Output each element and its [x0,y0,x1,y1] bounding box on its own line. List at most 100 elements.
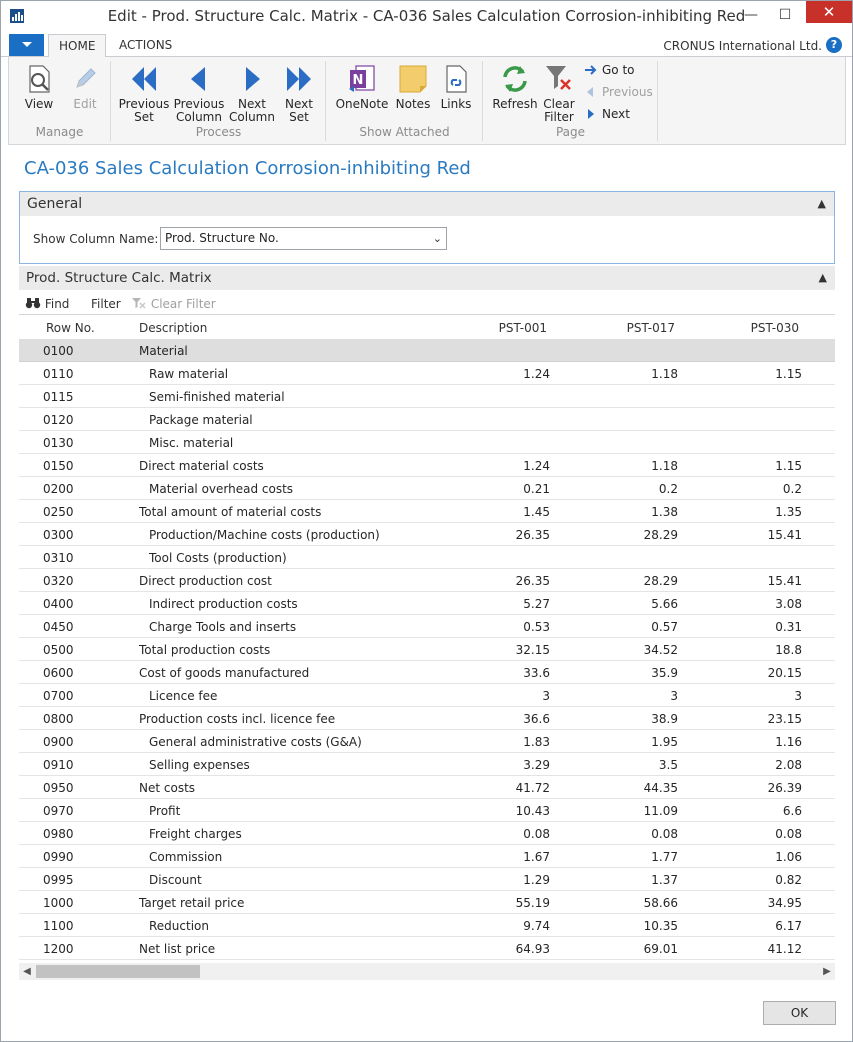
description-cell[interactable]: Commission [149,850,222,864]
pst-001-cell[interactable]: 33.6 [523,666,550,680]
next-column-button[interactable]: Next Column [226,63,278,124]
row-no-cell[interactable]: 0200 [43,482,74,496]
filter-button[interactable]: Filter [91,295,121,313]
pst-017-cell[interactable]: 1.77 [651,850,678,864]
pst-001-cell[interactable]: 1.24 [523,459,550,473]
row-no-cell[interactable]: 0250 [43,505,74,519]
pst-030-cell[interactable]: 0.2 [783,482,802,496]
description-cell[interactable]: Total production costs [139,643,270,657]
table-row[interactable]: 0400 Indirect production costs 5.27 5.66 3.0… [19,592,835,615]
pst-017-cell[interactable]: 5.66 [651,597,678,611]
pst-001-cell[interactable]: 5.27 [523,597,550,611]
pst-030-cell[interactable]: 3.08 [775,597,802,611]
pst-030-cell[interactable]: 26.39 [768,781,802,795]
maximize-button[interactable]: ☐ [768,1,802,29]
row-no-cell[interactable]: 0150 [43,459,74,473]
table-row[interactable]: 0200 Material overhead costs 0.21 0.2 0.2 [19,477,835,500]
pst-030-cell[interactable]: 1.16 [775,735,802,749]
description-cell[interactable]: Direct material costs [139,459,264,473]
pst-030-cell[interactable]: 41.12 [768,942,802,956]
row-no-cell[interactable]: 1000 [43,896,74,910]
description-cell[interactable]: Net list price [139,942,215,956]
pst-001-cell[interactable]: 26.35 [516,574,550,588]
view-button[interactable]: View [15,63,63,111]
refresh-button[interactable]: Refresh [490,63,540,111]
clear-filter-toolbar-button[interactable]: Clear Filter [131,295,216,313]
pst-001-cell[interactable]: 10.43 [516,804,550,818]
scroll-left-icon[interactable]: ◀ [19,963,35,980]
pst-017-cell[interactable]: 1.95 [651,735,678,749]
table-row[interactable]: 0980 Freight charges 0.08 0.08 0.08 [19,822,835,845]
column-header-pst-017[interactable]: PST-017 [627,321,675,335]
pst-030-cell[interactable]: 6.6 [783,804,802,818]
table-row[interactable]: 1000 Target retail price 55.19 58.66 34.95 [19,891,835,914]
pst-001-cell[interactable]: 1.24 [523,367,550,381]
table-row[interactable]: 0995 Discount 1.29 1.37 0.82 [19,868,835,891]
description-cell[interactable]: Reduction [149,919,209,933]
pst-017-cell[interactable]: 1.18 [651,367,678,381]
pst-001-cell[interactable]: 3 [542,689,550,703]
table-row[interactable]: 0130 Misc. material [19,431,835,454]
pst-017-cell[interactable]: 44.35 [644,781,678,795]
close-button[interactable]: ✕ [806,1,852,23]
pst-001-cell[interactable]: 64.93 [516,942,550,956]
pst-017-cell[interactable]: 0.08 [651,827,678,841]
pst-030-cell[interactable]: 23.15 [768,712,802,726]
minimize-button[interactable]: — [734,1,768,29]
row-no-cell[interactable]: 0900 [43,735,74,749]
row-no-cell[interactable]: 0800 [43,712,74,726]
pst-001-cell[interactable]: 32.15 [516,643,550,657]
pst-030-cell[interactable]: 18.8 [775,643,802,657]
previous-column-button[interactable]: Previous Column [172,63,226,124]
row-no-cell[interactable]: 0115 [43,390,74,404]
chevron-up-icon[interactable]: ▲ [818,192,826,216]
pst-017-cell[interactable]: 1.18 [651,459,678,473]
description-cell[interactable]: Selling expenses [149,758,250,772]
pst-030-cell[interactable]: 34.95 [768,896,802,910]
pst-001-cell[interactable]: 36.6 [523,712,550,726]
pst-017-cell[interactable]: 28.29 [644,574,678,588]
column-header-row-no[interactable]: Row No. [46,321,95,335]
pst-030-cell[interactable]: 1.15 [775,459,802,473]
pst-030-cell[interactable]: 2.08 [775,758,802,772]
pst-030-cell[interactable]: 1.06 [775,850,802,864]
pst-030-cell[interactable]: 0.08 [775,827,802,841]
next-set-button[interactable]: Next Set [276,63,322,124]
pst-030-cell[interactable]: 1.15 [775,367,802,381]
table-row[interactable]: 1100 Reduction 9.74 10.35 6.17 [19,914,835,937]
row-no-cell[interactable]: 1200 [43,942,74,956]
row-no-cell[interactable]: 0995 [43,873,74,887]
pst-001-cell[interactable]: 0.08 [523,827,550,841]
pst-030-cell[interactable]: 15.41 [768,574,802,588]
row-no-cell[interactable]: 0310 [43,551,74,565]
description-cell[interactable]: Production costs incl. licence fee [139,712,335,726]
pst-001-cell[interactable]: 0.53 [523,620,550,634]
links-button[interactable]: Links [435,63,477,111]
row-no-cell[interactable]: 0400 [43,597,74,611]
next-button[interactable]: Next [584,105,630,123]
description-cell[interactable]: Net costs [139,781,195,795]
table-row[interactable]: 0310 Tool Costs (production) [19,546,835,569]
column-header-description[interactable]: Description [139,321,207,335]
row-no-cell[interactable]: 0110 [43,367,74,381]
pst-030-cell[interactable]: 20.15 [768,666,802,680]
pst-030-cell[interactable]: 1.35 [775,505,802,519]
horizontal-scrollbar[interactable]: ◀ ▶ [19,963,835,980]
pst-030-cell[interactable]: 15.41 [768,528,802,542]
description-cell[interactable]: Discount [149,873,202,887]
pst-017-cell[interactable]: 58.66 [644,896,678,910]
ok-button[interactable]: OK [763,1001,836,1025]
description-cell[interactable]: Charge Tools and inserts [149,620,296,634]
pst-001-cell[interactable]: 1.67 [523,850,550,864]
tab-home[interactable]: HOME [48,34,107,58]
description-cell[interactable]: Material overhead costs [149,482,293,496]
pst-017-cell[interactable]: 38.9 [651,712,678,726]
pst-001-cell[interactable]: 9.74 [523,919,550,933]
help-icon[interactable]: ? [826,37,842,53]
column-header-pst-001[interactable]: PST-001 [499,321,547,335]
pst-017-cell[interactable]: 0.2 [659,482,678,496]
pst-017-cell[interactable]: 3.5 [659,758,678,772]
pst-017-cell[interactable]: 3 [670,689,678,703]
description-cell[interactable]: Profit [149,804,180,818]
description-cell[interactable]: Material [139,344,188,358]
